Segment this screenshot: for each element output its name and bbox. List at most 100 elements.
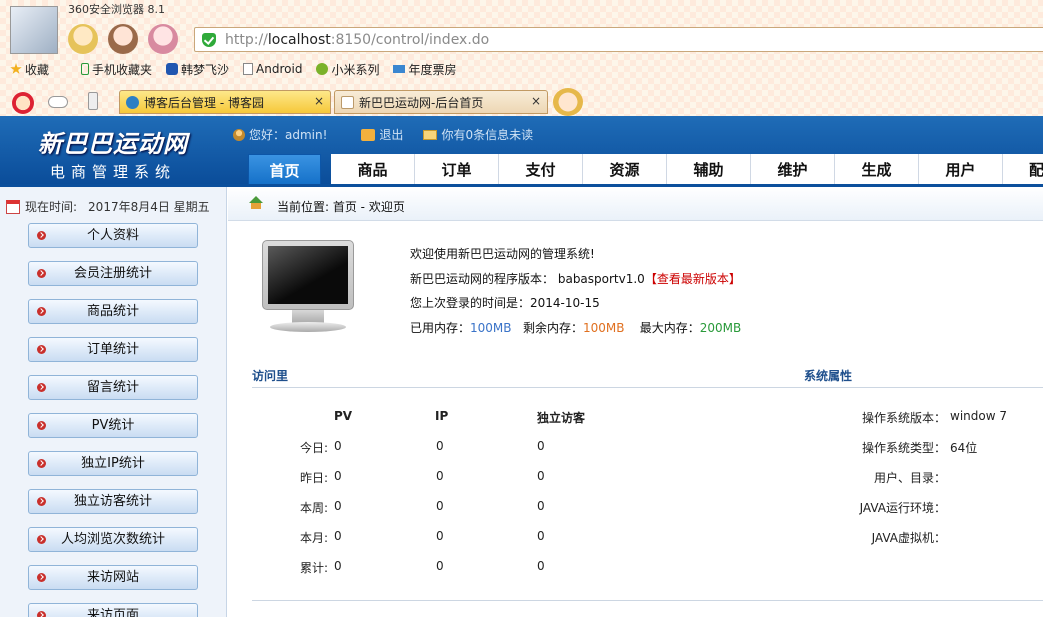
os-version-label: 操作系统版本： xyxy=(861,411,946,425)
sidebar-item-member-stats[interactable]: 会员注册统计 xyxy=(28,261,198,286)
check-version-link[interactable]: 【查看最新版本】 xyxy=(645,272,741,286)
logout-link[interactable]: 退出 xyxy=(361,126,403,143)
row-ip: 0 xyxy=(436,559,444,573)
brand: 新巴巴运动网 电商管理系统 xyxy=(0,116,226,186)
system-title: 系统属性 xyxy=(804,369,853,383)
nav-generate[interactable]: 生成 xyxy=(835,154,919,186)
row-label: 今日: xyxy=(299,441,328,455)
arrow-right-icon xyxy=(37,345,46,354)
sidebar-item-ip-stats[interactable]: 独立IP统计 xyxy=(28,451,198,476)
arrow-right-icon xyxy=(37,459,46,468)
col-pv: PV xyxy=(334,409,353,423)
nav-assist[interactable]: 辅助 xyxy=(667,154,751,186)
bookmark-mobile[interactable]: 手机收藏夹 xyxy=(81,60,152,78)
java-runtime-label: JAVA运行环境： xyxy=(859,501,946,515)
row-ip: 0 xyxy=(436,469,444,483)
tab-blog-admin[interactable]: 博客后台管理 - 博客园 × xyxy=(119,90,331,114)
sidebar-item-profile[interactable]: 个人资料 xyxy=(28,223,198,248)
memory-line: 已用内存：100MB 剩余内存：100MB 最大内存：200MB xyxy=(410,320,742,335)
row-label: 昨日: xyxy=(299,471,328,485)
nav-users[interactable]: 用户 xyxy=(919,154,1003,186)
sidebar-item-referrers[interactable]: 来访网站 xyxy=(28,565,198,590)
sidebar-item-referrer-pages[interactable]: 来访页面 xyxy=(28,603,198,617)
row-uv: 0 xyxy=(537,499,545,513)
row-label: 累计: xyxy=(299,561,328,575)
greeting: 您好：admin! xyxy=(233,126,327,143)
row-uv: 0 xyxy=(537,529,545,543)
new-tab-mascot-icon[interactable] xyxy=(553,88,583,116)
sidebar-item-message-stats[interactable]: 留言统计 xyxy=(28,375,198,400)
row-pv: 0 xyxy=(334,529,342,543)
section-divider xyxy=(252,387,1043,388)
sidebar-item-pv-stats[interactable]: PV统计 xyxy=(28,413,198,438)
paw-icon xyxy=(166,63,179,75)
bookmark-android[interactable]: Android xyxy=(243,60,302,78)
col-uv: 独立访客 xyxy=(537,411,586,425)
os-type-value: 64位 xyxy=(950,441,978,455)
cartoon-icon[interactable] xyxy=(12,92,34,114)
phone-icon xyxy=(81,63,90,75)
ticket-icon xyxy=(393,65,406,73)
logo-text: 新巴巴运动网 xyxy=(38,130,188,158)
nav-resources[interactable]: 资源 xyxy=(583,154,667,186)
skin-avatar-3[interactable] xyxy=(148,24,178,54)
app-header: 新巴巴运动网 电商管理系统 您好：admin! 退出 你有0条信息未读 首页 商… xyxy=(0,116,1043,186)
row-ip: 0 xyxy=(436,529,444,543)
os-type-label: 操作系统类型： xyxy=(861,441,946,455)
xiaomi-icon xyxy=(316,63,329,75)
bookmark-boxoffice[interactable]: 年度票房 xyxy=(393,60,456,78)
user-icon xyxy=(233,128,245,141)
row-ip: 0 xyxy=(436,439,444,453)
close-icon[interactable]: × xyxy=(314,94,324,108)
java-vm-label: JAVA虚拟机： xyxy=(871,531,946,545)
nav-orders[interactable]: 订单 xyxy=(415,154,499,186)
bottom-divider xyxy=(252,600,1043,601)
address-bar[interactable]: http://localhost:8150/control/index.do xyxy=(194,27,1043,52)
sidebar-item-visitor-stats[interactable]: 独立访客统计 xyxy=(28,489,198,514)
sidebar-item-pageviews-stats[interactable]: 人均浏览次数统计 xyxy=(28,527,198,552)
sidebar-item-order-stats[interactable]: 订单统计 xyxy=(28,337,198,362)
arrow-right-icon xyxy=(37,269,46,278)
bookmark-favorites[interactable]: 收藏 xyxy=(10,60,49,78)
arrow-right-icon xyxy=(37,383,46,392)
skin-avatar-1[interactable] xyxy=(68,24,98,54)
welcome-text: 欢迎使用新巴巴运动网的管理系统! xyxy=(410,247,595,261)
nav-maintenance[interactable]: 维护 xyxy=(751,154,835,186)
browser-chrome: 360安全浏览器 8.1 http://localhost:8150/contr… xyxy=(0,0,1043,116)
star-icon xyxy=(10,63,22,74)
page-icon xyxy=(341,96,354,109)
arrow-right-icon xyxy=(37,573,46,582)
row-ip: 0 xyxy=(436,499,444,513)
row-label: 本月: xyxy=(299,531,328,545)
visits-title: 访问里 xyxy=(252,369,289,383)
col-ip: IP xyxy=(435,409,449,423)
tab-babasport-admin[interactable]: 新巴巴运动网-后台首页 × xyxy=(334,90,548,114)
user-avatar[interactable] xyxy=(10,6,58,54)
cloud-icon[interactable] xyxy=(48,96,68,108)
row-label: 本周: xyxy=(299,501,328,515)
row-pv: 0 xyxy=(334,499,342,513)
last-login-line: 您上次登录的时间是：2014-10-15 xyxy=(410,296,600,310)
skin-avatar-2[interactable] xyxy=(108,24,138,54)
bookmark-xiaomi[interactable]: 小米系列 xyxy=(316,60,379,78)
mobile-icon[interactable] xyxy=(88,92,98,110)
logo-subtitle: 电商管理系统 xyxy=(49,163,176,181)
nav-products[interactable]: 商品 xyxy=(331,154,415,186)
bookmarks-bar: 收藏 手机收藏夹 韩梦飞沙 Android 小米系列 年度票房 xyxy=(10,60,456,78)
breadcrumb-bar: 当前位置: 首页 - 欢迎页 xyxy=(228,187,1043,221)
nav-home[interactable]: 首页 xyxy=(248,154,321,186)
monitor-icon xyxy=(262,240,354,334)
sidebar-item-product-stats[interactable]: 商品统计 xyxy=(28,299,198,324)
header-info: 您好：admin! 退出 你有0条信息未读 xyxy=(233,126,533,143)
nav-payment[interactable]: 支付 xyxy=(499,154,583,186)
close-icon[interactable]: × xyxy=(531,94,541,108)
url-text[interactable]: http://localhost:8150/control/index.do xyxy=(225,32,489,48)
messages-link[interactable]: 你有0条信息未读 xyxy=(423,126,533,143)
bookmark-hanmeng[interactable]: 韩梦飞沙 xyxy=(166,60,229,78)
version-line: 新巴巴运动网的程序版本： babasportv1.0【查看最新版本】 xyxy=(410,271,741,286)
row-pv: 0 xyxy=(334,559,342,573)
row-pv: 0 xyxy=(334,439,342,453)
nav-config[interactable]: 配置 xyxy=(1003,154,1043,186)
current-time: 现在时间: 2017年8月4日 星期五 xyxy=(6,198,210,215)
security-shield-icon xyxy=(202,33,216,47)
